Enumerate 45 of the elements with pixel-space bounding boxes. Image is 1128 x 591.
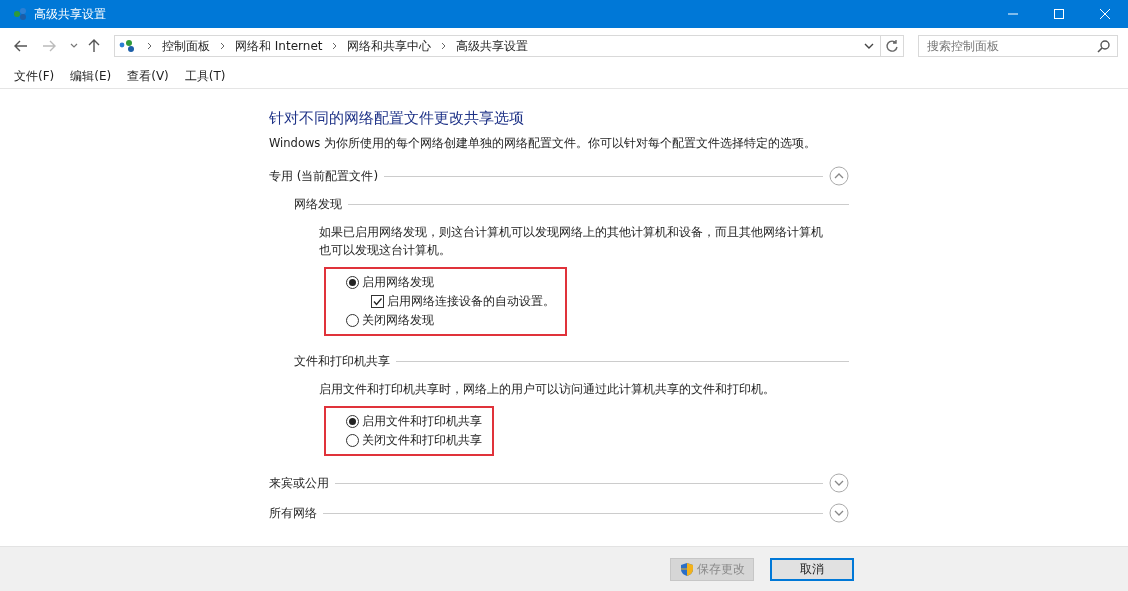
section-title[interactable]: 来宾或公用 (269, 474, 329, 492)
address-bar[interactable]: 控制面板 网络和 Internet 网络和共享中心 高级共享设置 (114, 35, 904, 57)
group-title: 网络发现 (294, 195, 342, 213)
window-title: 高级共享设置 (34, 5, 107, 23)
breadcrumb-item[interactable]: 网络和 Internet (235, 37, 323, 55)
radio-option[interactable]: 关闭文件和打印机共享 (346, 431, 482, 450)
maximize-icon (1054, 9, 1064, 19)
group-title: 文件和打印机共享 (294, 352, 390, 370)
refresh-icon (885, 39, 899, 53)
cancel-button[interactable]: 取消 (770, 557, 854, 581)
radio-option[interactable]: 启用文件和打印机共享 (346, 412, 482, 431)
checkbox-option[interactable]: 启用网络连接设备的自动设置。 (346, 292, 555, 311)
back-arrow-icon[interactable] (14, 40, 28, 52)
menu-item[interactable]: 文件(F) (14, 67, 55, 85)
checkmark-icon (372, 296, 383, 307)
chevron-right-icon (147, 42, 152, 50)
radio-option[interactable]: 启用网络发现 (346, 273, 555, 292)
network-icon (12, 6, 28, 22)
radio-option[interactable]: 关闭网络发现 (346, 311, 555, 330)
chevron-down-icon[interactable] (864, 42, 874, 50)
menu-item[interactable]: 编辑(E) (70, 67, 112, 85)
chevron-right-icon (332, 42, 338, 50)
section-title[interactable]: 专用 (当前配置文件) (269, 167, 379, 185)
breadcrumb-item[interactable]: 高级共享设置 (456, 37, 529, 55)
breadcrumb-item[interactable]: 网络和共享中心 (347, 37, 432, 55)
search-icon (1097, 40, 1110, 53)
chevron-right-icon (220, 42, 225, 50)
chevron-down-icon[interactable] (70, 43, 78, 49)
shield-icon (679, 561, 694, 577)
intro-text: Windows 为你所使用的每个网络创建单独的网络配置文件。你可以针对每个配置文件选择特定的选项。 (269, 136, 817, 151)
menu-item[interactable]: 工具(T) (184, 67, 226, 85)
expand-icon[interactable] (829, 473, 849, 493)
up-arrow-icon[interactable] (88, 39, 100, 53)
expand-icon[interactable] (829, 503, 849, 523)
menu-item[interactable]: 查看(V) (127, 67, 169, 85)
page-heading: 针对不同的网络配置文件更改共享选项 (269, 109, 525, 128)
chevron-right-icon (441, 42, 447, 50)
collapse-icon[interactable] (829, 166, 849, 186)
breadcrumb-item[interactable]: 控制面板 (162, 37, 210, 55)
search-field[interactable]: 搜索控制面板 (918, 35, 1118, 57)
close-icon (1100, 9, 1110, 19)
network-icon (119, 39, 137, 53)
description-text: 如果已启用网络发现，则这台计算机可以发现网络上的其他计算机和设备，而且其他网络计算机也可以发现这台计算机。 (318, 224, 824, 259)
description-text: 启用文件和打印机共享时，网络上的用户可以访问通过此计算机共享的文件和打印机。 (318, 381, 776, 398)
section-title[interactable]: 所有网络 (269, 504, 317, 522)
